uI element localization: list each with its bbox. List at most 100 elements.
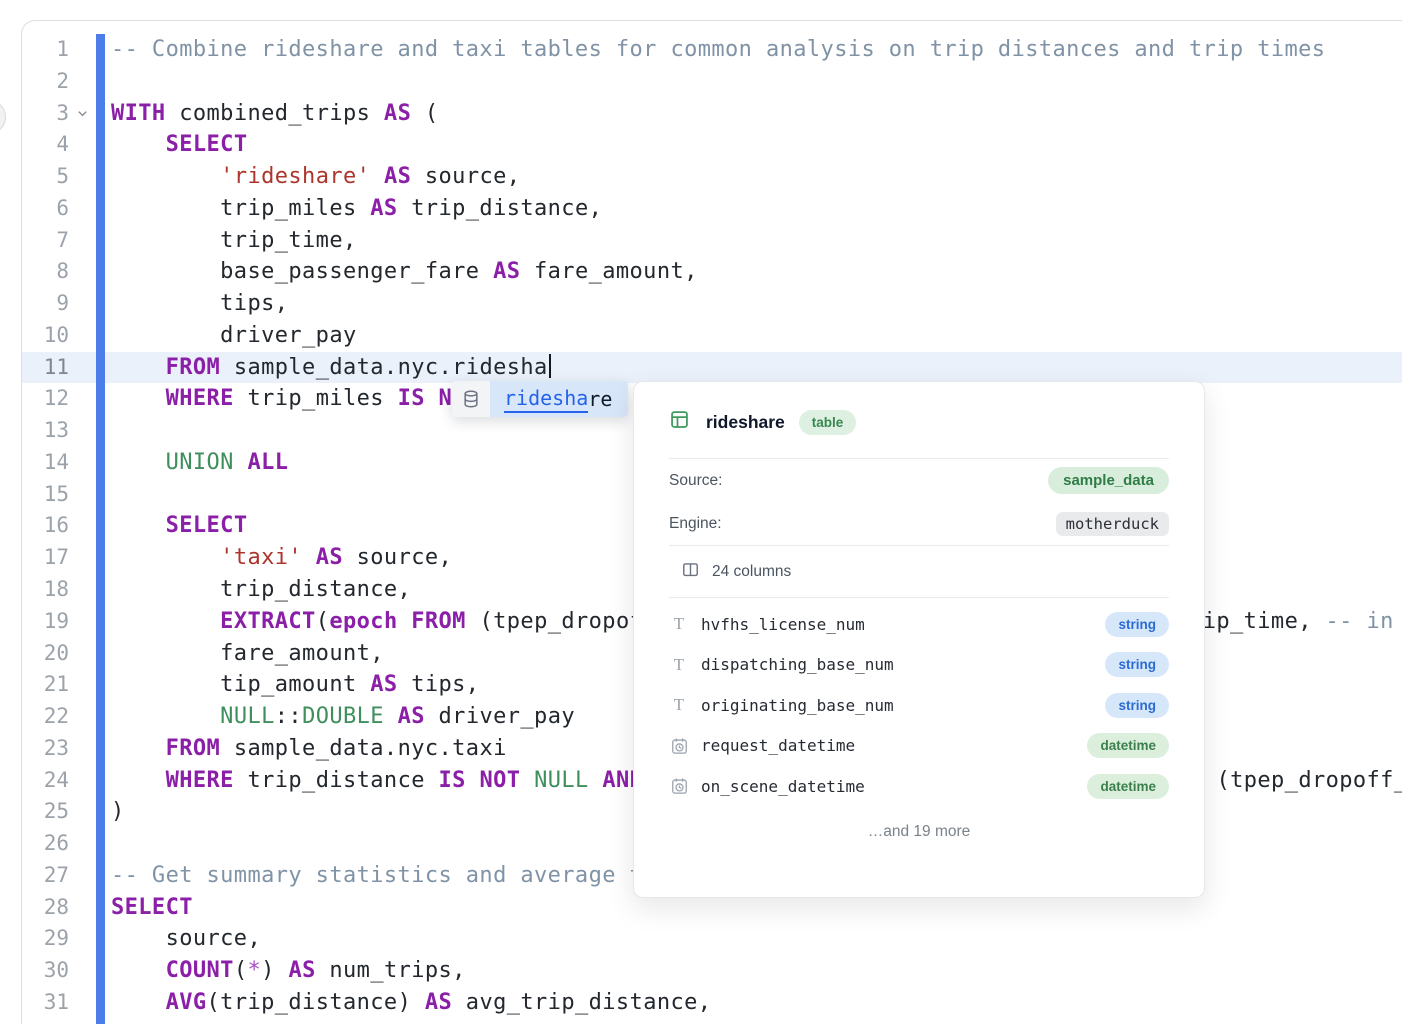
line-number[interactable]: 1 [22,34,69,66]
code-line[interactable]: 1-- Combine rideshare and taxi tables fo… [22,34,1402,66]
line-number[interactable]: 15 [22,479,69,511]
table-icon [669,409,690,435]
change-bar [96,352,105,384]
line-number[interactable]: 32 [22,1019,69,1024]
code-line[interactable]: 11 FROM sample_data.nyc.ridesha [22,352,1402,384]
line-number[interactable]: 2 [22,66,69,98]
line-number[interactable]: 5 [22,161,69,193]
change-bar [96,892,105,924]
code-line[interactable]: 7 trip_time, [22,225,1402,257]
fold-column [69,225,96,257]
change-bar [96,288,105,320]
line-number[interactable]: 18 [22,574,69,606]
code-line[interactable]: 30 COUNT(*) AS num_trips, [22,955,1402,987]
more-columns-text: …and 19 more [669,823,1169,841]
code-text: AVG(trip_time) AS avg_trip_time, [105,1019,1402,1024]
source-value-pill: sample_data [1048,467,1169,494]
code-line[interactable]: 2 [22,66,1402,98]
change-bar [96,669,105,701]
line-number[interactable]: 6 [22,193,69,225]
code-line[interactable]: 3 WITH combined_trips AS ( [22,98,1402,130]
fold-column [69,320,96,352]
line-number[interactable]: 23 [22,733,69,765]
change-bar [96,256,105,288]
change-bar [96,765,105,797]
code-line[interactable]: 8 base_passenger_fare AS fare_amount, [22,256,1402,288]
code-line[interactable]: 6 trip_miles AS trip_distance, [22,193,1402,225]
code-text: WITH combined_trips AS ( [105,98,1402,130]
code-line[interactable]: 29 source, [22,923,1402,955]
fold-column [69,955,96,987]
line-number[interactable]: 22 [22,701,69,733]
chevron-down-icon[interactable] [69,98,96,130]
engine-value-pill: motherduck [1056,512,1169,536]
change-bar [96,796,105,828]
line-number[interactable]: 27 [22,860,69,892]
line-number[interactable]: 11 [22,352,69,384]
code-text: tips, [105,288,1402,320]
code-line[interactable]: 5 'rideshare' AS source, [22,161,1402,193]
change-bar [96,383,105,415]
change-bar [96,479,105,511]
line-number[interactable]: 30 [22,955,69,987]
line-number[interactable]: 25 [22,796,69,828]
line-number[interactable]: 26 [22,828,69,860]
text-cursor [549,354,551,378]
line-number[interactable]: 24 [22,765,69,797]
line-number[interactable]: 17 [22,542,69,574]
code-line[interactable]: 4 SELECT [22,129,1402,161]
fold-column [69,574,96,606]
fold-column [69,288,96,320]
fold-column [69,892,96,924]
table-type-badge: table [799,410,857,435]
table-card-header: rideshare table [669,382,1169,458]
column-type-badge: string [1105,693,1169,718]
columns-count-text: 24 columns [712,563,791,581]
column-type-badge: datetime [1087,733,1169,758]
line-number[interactable]: 16 [22,510,69,542]
code-line[interactable]: 9 tips, [22,288,1402,320]
change-bar [96,98,105,130]
collapse-handle[interactable] [0,100,6,134]
fold-column [69,638,96,670]
line-number[interactable]: 29 [22,923,69,955]
line-number[interactable]: 13 [22,415,69,447]
fold-column [69,701,96,733]
change-bar [96,34,105,66]
column-type-badge: datetime [1087,774,1169,799]
line-number[interactable]: 8 [22,256,69,288]
line-number[interactable]: 20 [22,638,69,670]
column-row: on_scene_datetimedatetime [669,766,1169,807]
text-icon: T [669,695,689,715]
source-row: Source: sample_data [669,459,1169,502]
change-bar [96,987,105,1019]
change-bar [96,161,105,193]
autocomplete-item[interactable]: rideshare [490,381,628,417]
code-line[interactable]: 32 AVG(trip_time) AS avg_trip_time, [22,1019,1402,1024]
line-number[interactable]: 21 [22,669,69,701]
line-number[interactable]: 3 [22,98,69,130]
line-number[interactable]: 10 [22,320,69,352]
line-number[interactable]: 19 [22,606,69,638]
fold-column [69,796,96,828]
fold-column [69,161,96,193]
fold-column [69,34,96,66]
line-number[interactable]: 14 [22,447,69,479]
line-number[interactable]: 31 [22,987,69,1019]
line-number[interactable]: 9 [22,288,69,320]
fold-column [69,415,96,447]
change-bar [96,1019,105,1024]
code-line[interactable]: 31 AVG(trip_distance) AS avg_trip_distan… [22,987,1402,1019]
text-icon: T [669,655,689,675]
code-line[interactable]: 10 driver_pay [22,320,1402,352]
fold-column [69,828,96,860]
fold-column [69,193,96,225]
fold-column [69,352,96,384]
line-number[interactable]: 28 [22,892,69,924]
line-number[interactable]: 7 [22,225,69,257]
fold-column [69,733,96,765]
source-label: Source: [669,472,722,490]
column-type-badge: string [1105,612,1169,637]
line-number[interactable]: 12 [22,383,69,415]
line-number[interactable]: 4 [22,129,69,161]
